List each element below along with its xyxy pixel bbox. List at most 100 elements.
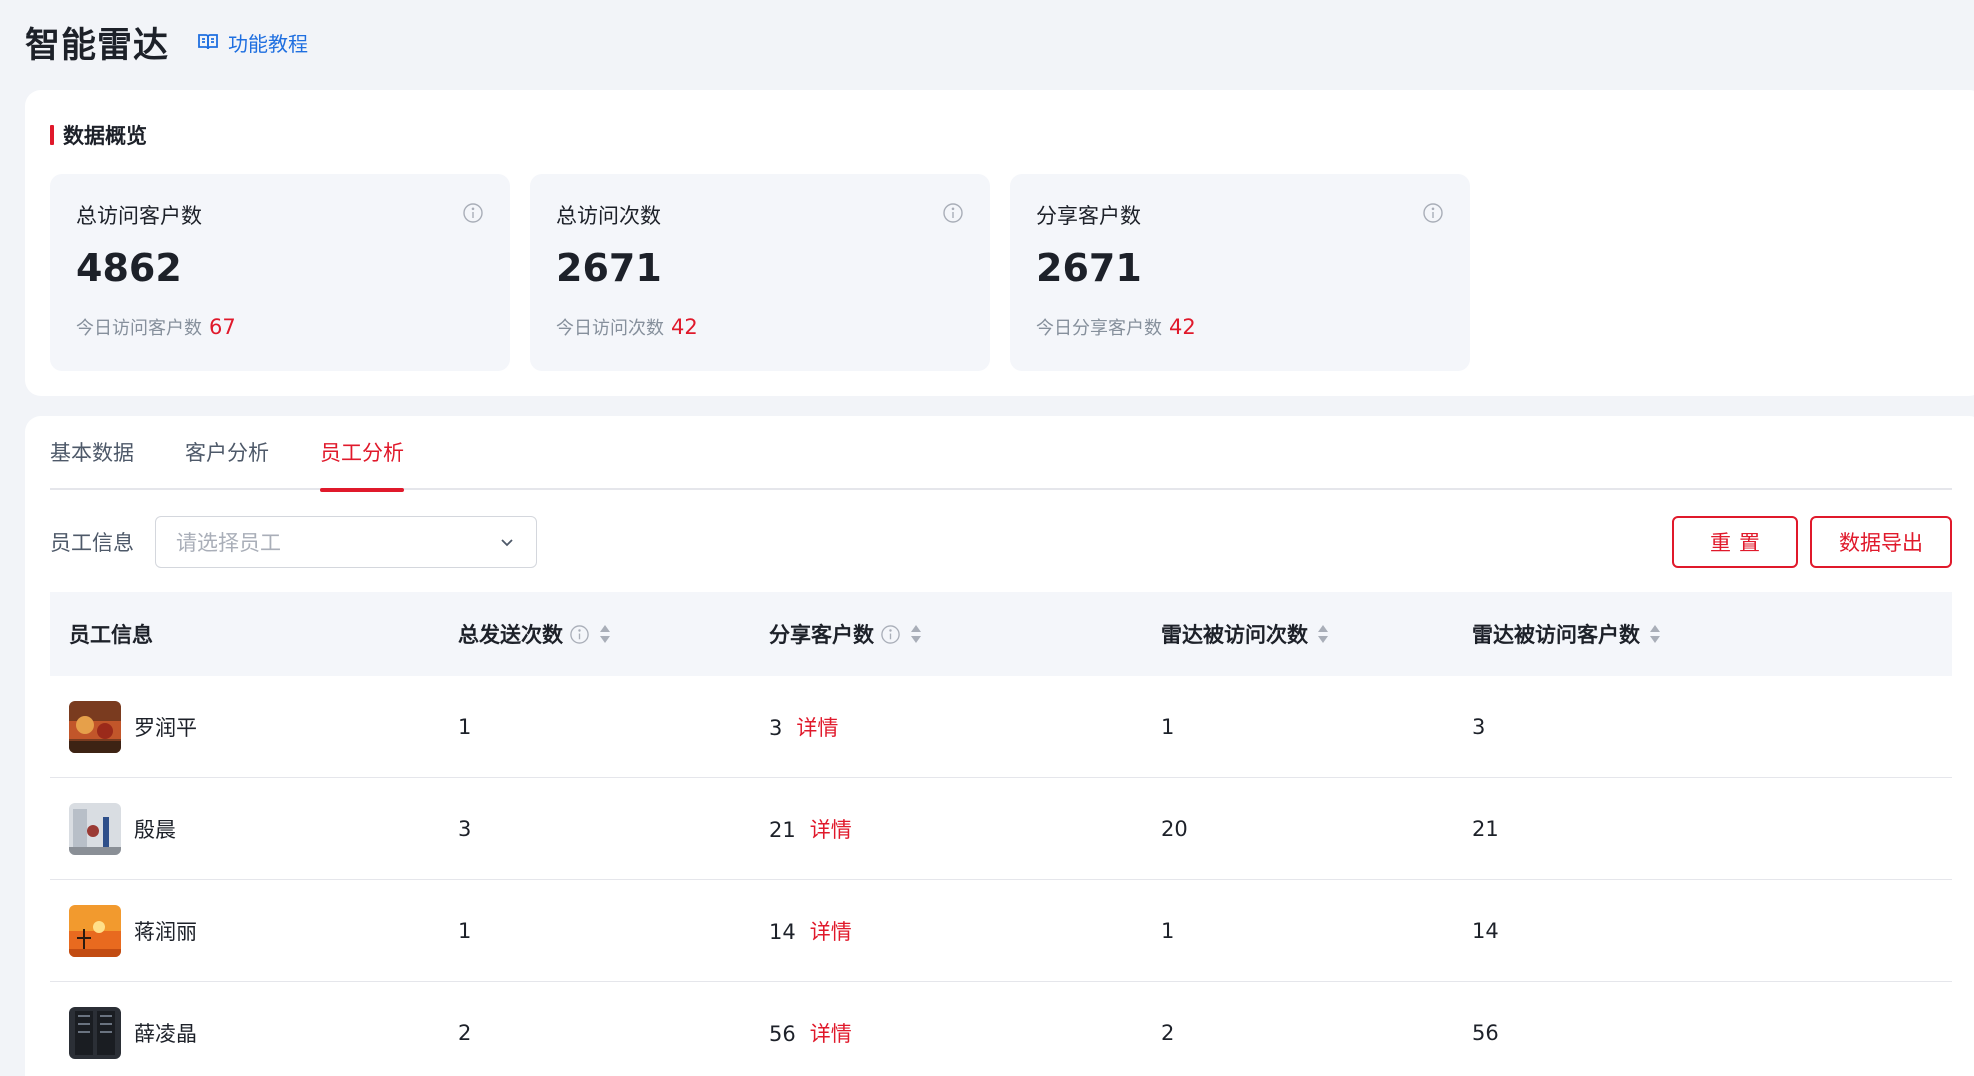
stat-value: 4862	[76, 246, 182, 290]
stat-sub: 今日访问客户数 67	[76, 314, 236, 340]
radar-visitors-cell: 3	[1472, 714, 1486, 739]
detail-link[interactable]: 详情	[810, 920, 852, 944]
total-sends-cell: 2	[458, 1020, 472, 1045]
info-icon[interactable]	[462, 202, 484, 224]
radar-visitors-cell: 21	[1472, 816, 1499, 841]
page: 智能雷达 功能教程 数据概览 总访问客户数 4862 今日访问客户数 67 总访…	[0, 0, 1974, 1076]
sort-icon[interactable]	[1649, 623, 1661, 645]
radar-visits-cell: 1	[1161, 714, 1175, 739]
shared-customers-value: 21	[769, 817, 796, 842]
page-title: 智能雷达	[25, 25, 170, 66]
table-row: 殷晨 3 21 详情 20 21	[50, 778, 1952, 880]
shared-customers-value: 56	[769, 1021, 796, 1046]
shared-customers-cell: 56 详情	[769, 1018, 1161, 1048]
radar-visitors-cell: 56	[1472, 1020, 1499, 1045]
analysis-card: 基本数据 客户分析 员工分析 员工信息 请选择员工 重置 数据导出 员工信息 总…	[25, 416, 1974, 1076]
book-icon	[198, 34, 218, 50]
employee-cell: 蒋润丽	[50, 904, 458, 957]
employee-cell: 殷晨	[50, 802, 458, 855]
stat-card-shared-customers: 分享客户数 2671 今日分享客户数 42	[1010, 174, 1470, 371]
overview-title-text: 数据概览	[63, 124, 147, 148]
stat-value: 2671	[556, 246, 662, 290]
stat-sub: 今日分享客户数 42	[1036, 314, 1196, 340]
stat-sub: 今日访问次数 42	[556, 314, 698, 340]
info-icon[interactable]	[942, 202, 964, 224]
info-icon[interactable]	[1422, 202, 1444, 224]
table-row: 蒋润丽 1 14 详情 1 14	[50, 880, 1952, 982]
shared-customers-value: 14	[769, 919, 796, 944]
page-header: 智能雷达 功能教程	[25, 16, 308, 68]
tutorial-link[interactable]: 功能教程	[196, 28, 308, 57]
info-icon[interactable]	[880, 624, 901, 645]
employee-cell: 薛凌晶	[50, 1006, 458, 1059]
sort-icon[interactable]	[1317, 623, 1329, 645]
stat-sub-label: 今日分享客户数	[1036, 318, 1162, 339]
column-header-label: 员工信息	[69, 623, 153, 647]
tab-customer-analysis[interactable]: 客户分析	[185, 416, 269, 490]
total-sends-cell: 3	[458, 816, 472, 841]
column-header-label: 雷达被访问次数	[1161, 623, 1308, 647]
filter-label: 员工信息	[50, 531, 134, 555]
stat-card-total-visits: 总访问次数 2671 今日访问次数 42	[530, 174, 990, 371]
avatar	[69, 1006, 121, 1059]
column-header-label: 分享客户数	[769, 623, 874, 647]
stat-sub-label: 今日访问客户数	[76, 318, 202, 339]
radar-visits-cell: 1	[1161, 918, 1175, 943]
employee-select[interactable]: 请选择员工	[155, 516, 537, 568]
info-icon[interactable]	[569, 624, 590, 645]
tutorial-label: 功能教程	[228, 31, 309, 56]
shared-customers-value: 3	[769, 715, 783, 740]
detail-link[interactable]: 详情	[796, 716, 838, 740]
table-header: 员工信息 总发送次数 分享客户数 雷达被访问次数 雷达被访问客户数	[50, 592, 1952, 676]
tab-employee-analysis[interactable]: 员工分析	[320, 416, 404, 492]
sort-icon[interactable]	[599, 623, 611, 645]
avatar	[69, 802, 121, 855]
analysis-tabs: 基本数据 客户分析 员工分析	[50, 416, 1952, 492]
column-header-total-sends[interactable]: 总发送次数	[458, 619, 769, 649]
avatar	[69, 904, 121, 957]
action-buttons: 重置 数据导出	[1672, 516, 1952, 568]
shared-customers-cell: 3 详情	[769, 712, 1161, 742]
stat-card-total-visitors: 总访问客户数 4862 今日访问客户数 67	[50, 174, 510, 371]
table-row: 罗润平 1 3 详情 1 3	[50, 676, 1952, 778]
employee-name: 蒋润丽	[134, 919, 197, 944]
column-header-radar-visitors[interactable]: 雷达被访问客户数	[1472, 619, 1952, 649]
table-row: 薛凌晶 2 56 详情 2 56	[50, 982, 1952, 1076]
radar-visits-cell: 20	[1161, 816, 1188, 841]
employee-table: 员工信息 总发送次数 分享客户数 雷达被访问次数 雷达被访问客户数 罗润平 1 …	[50, 592, 1952, 1076]
stat-sub-value: 42	[1169, 315, 1196, 339]
chevron-down-icon	[501, 539, 513, 547]
column-header-label: 总发送次数	[458, 623, 563, 647]
column-header-shared-customers[interactable]: 分享客户数	[769, 619, 1161, 649]
overview-section-title: 数据概览	[50, 120, 147, 150]
stat-sub-label: 今日访问次数	[556, 318, 664, 339]
filter-row: 员工信息 请选择员工 重置 数据导出	[50, 516, 1952, 568]
detail-link[interactable]: 详情	[810, 1022, 852, 1046]
overview-card: 数据概览 总访问客户数 4862 今日访问客户数 67 总访问次数 2671 今…	[25, 90, 1974, 396]
stat-label: 分享客户数	[1036, 204, 1141, 228]
radar-visitors-cell: 14	[1472, 918, 1499, 943]
employee-name: 薛凌晶	[134, 1021, 197, 1046]
stat-label: 总访问次数	[556, 204, 661, 228]
stat-value: 2671	[1036, 246, 1142, 290]
detail-link[interactable]: 详情	[810, 818, 852, 842]
column-header-radar-visits[interactable]: 雷达被访问次数	[1161, 619, 1472, 649]
radar-visits-cell: 2	[1161, 1020, 1175, 1045]
column-header-employee: 员工信息	[50, 619, 458, 649]
shared-customers-cell: 14 详情	[769, 916, 1161, 946]
employee-name: 罗润平	[134, 715, 197, 740]
stat-sub-value: 42	[671, 315, 698, 339]
total-sends-cell: 1	[458, 918, 472, 943]
shared-customers-cell: 21 详情	[769, 814, 1161, 844]
tab-basic-data[interactable]: 基本数据	[50, 416, 134, 490]
total-sends-cell: 1	[458, 714, 472, 739]
section-accent-bar	[50, 125, 54, 145]
employee-name: 殷晨	[134, 817, 176, 842]
reset-button[interactable]: 重置	[1672, 516, 1798, 568]
stat-label: 总访问客户数	[76, 204, 202, 228]
column-header-label: 雷达被访问客户数	[1472, 623, 1640, 647]
stat-sub-value: 67	[209, 315, 236, 339]
export-button[interactable]: 数据导出	[1810, 516, 1952, 568]
sort-icon[interactable]	[910, 623, 922, 645]
employee-cell: 罗润平	[50, 700, 458, 753]
